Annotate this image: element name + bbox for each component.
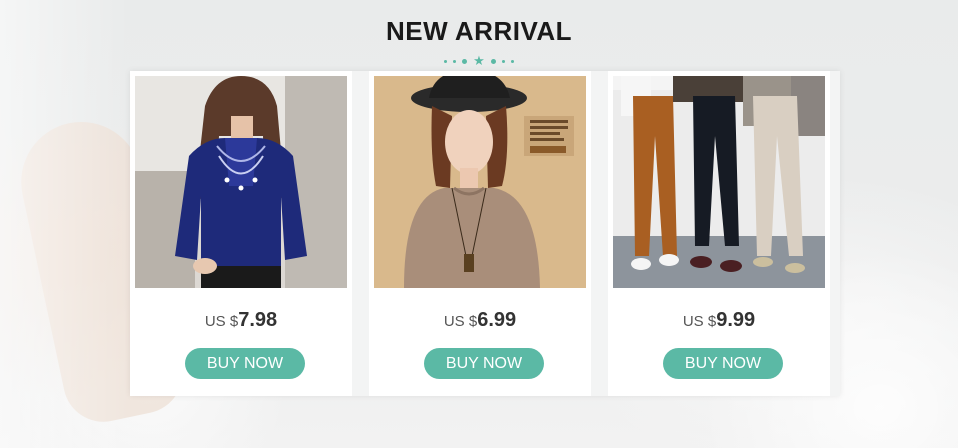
divider-dot	[501, 60, 505, 63]
price-currency: US $	[204, 313, 239, 330]
cropped-pants-photo	[613, 76, 825, 288]
product-card[interactable]: US $7.98 BUY NOW	[130, 71, 352, 396]
product-card[interactable]: US $9.99 BUY NOW	[608, 71, 830, 396]
product-card[interactable]: US $6.99 BUY NOW	[369, 71, 591, 396]
buy-now-button[interactable]: BUY NOW	[185, 348, 305, 379]
buy-now-button[interactable]: BUY NOW	[663, 348, 783, 379]
price-currency: US $	[443, 313, 478, 330]
divider-dot	[490, 59, 496, 64]
price-amount: 9.99	[716, 309, 756, 331]
divider-dot	[462, 59, 468, 64]
product-image[interactable]	[135, 76, 347, 288]
product-panel: US $7.98 BUY NOW US $6.99 BUY NOW US $9.…	[130, 71, 840, 396]
buy-now-button[interactable]: BUY NOW	[424, 348, 544, 379]
section-header: NEW ARRIVAL ★	[0, 16, 958, 68]
price-row: US $7.98	[130, 309, 352, 332]
blue-lace-top-photo	[135, 76, 347, 288]
divider-dot	[510, 60, 514, 63]
tan-sweater-photo	[374, 76, 586, 288]
price-amount: 7.98	[238, 309, 278, 331]
divider-dot	[444, 60, 448, 63]
price-currency: US $	[682, 313, 717, 330]
title-divider: ★	[0, 55, 958, 68]
product-image[interactable]	[613, 76, 825, 288]
price-row: US $6.99	[369, 309, 591, 332]
divider-dot	[453, 60, 457, 63]
section-title: NEW ARRIVAL	[385, 16, 573, 46]
price-amount: 6.99	[477, 309, 517, 331]
star-icon: ★	[473, 54, 485, 69]
price-row: US $9.99	[608, 309, 830, 332]
product-image[interactable]	[374, 76, 586, 288]
